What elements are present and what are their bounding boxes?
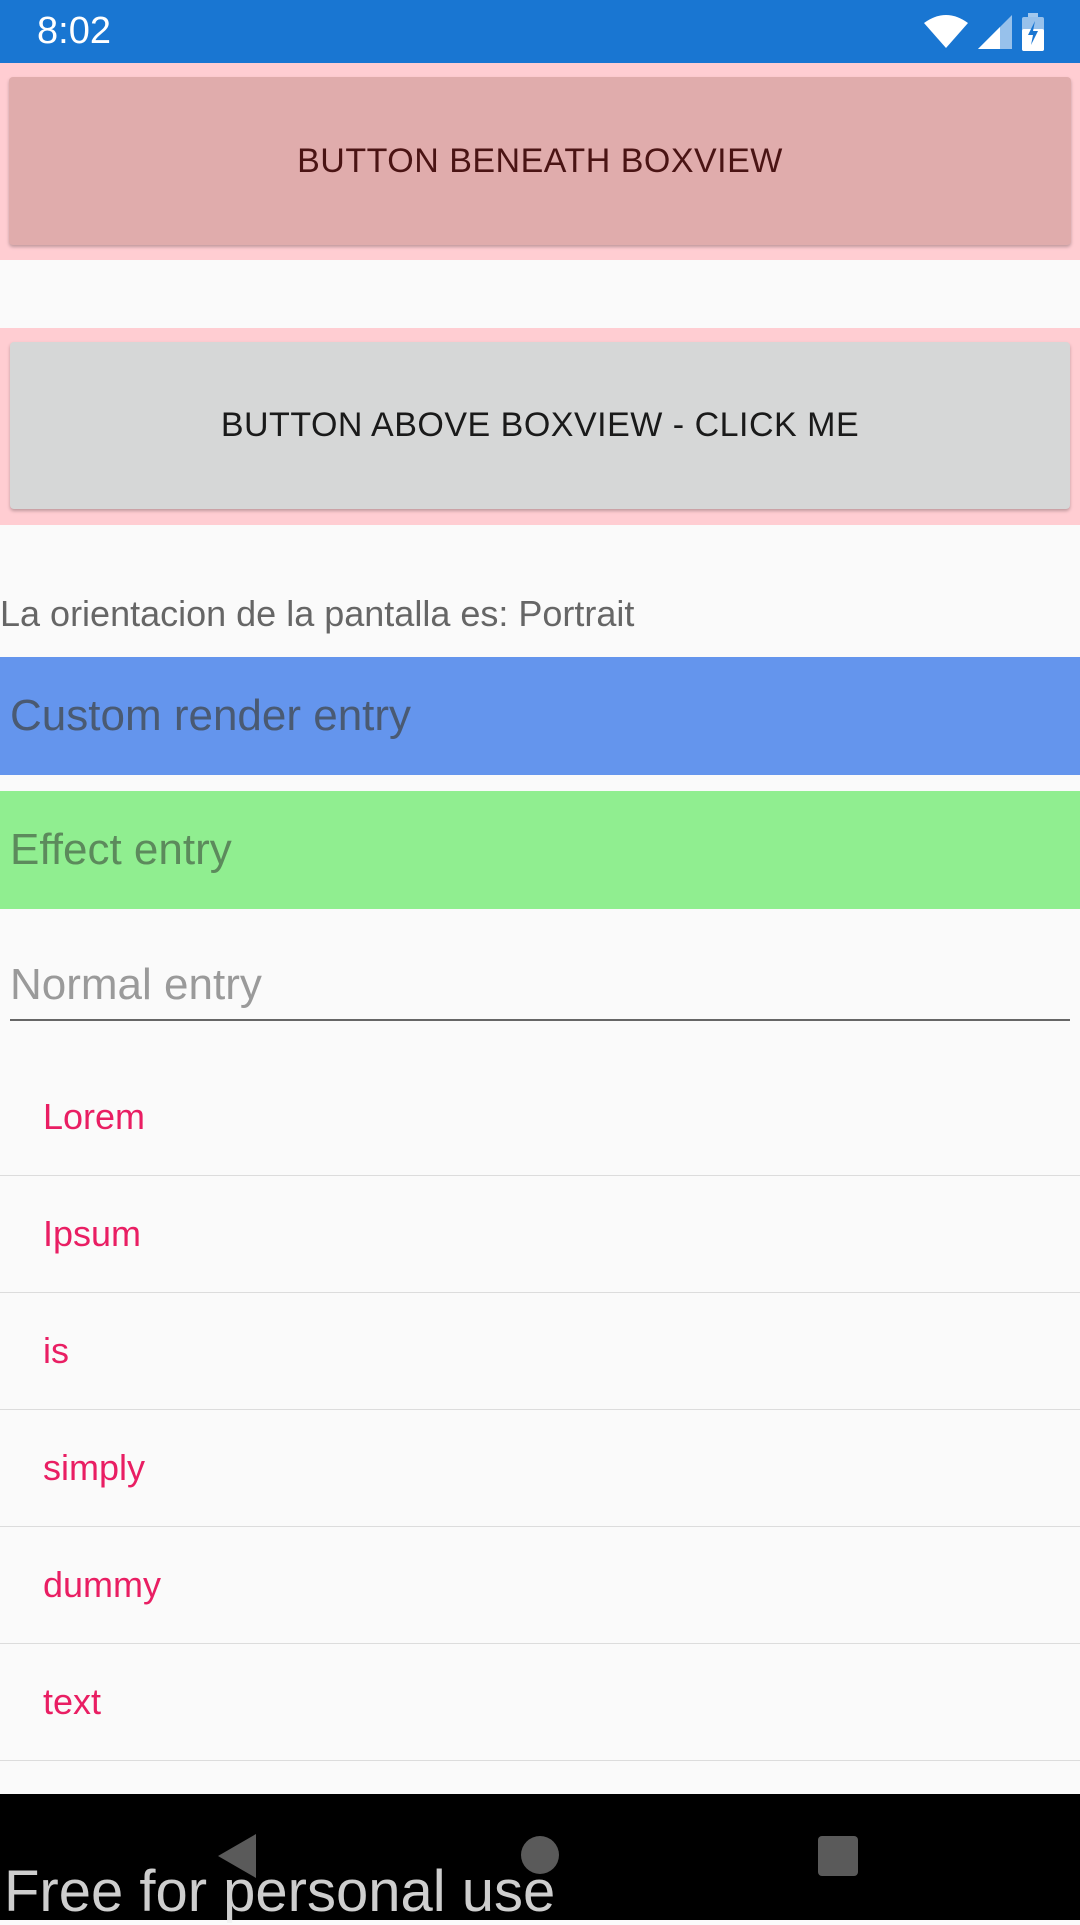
- list-item[interactable]: simply: [0, 1410, 1080, 1527]
- list-item[interactable]: Lorem: [0, 1059, 1080, 1176]
- list-item[interactable]: text: [0, 1644, 1080, 1761]
- normal-entry[interactable]: Normal entry: [10, 951, 1070, 1021]
- button-beneath-boxview[interactable]: BUTTON BENEATH BOXVIEW: [9, 77, 1071, 245]
- items-list: Lorem Ipsum is simply dummy text: [0, 1059, 1080, 1761]
- list-item[interactable]: is: [0, 1293, 1080, 1410]
- list-item[interactable]: dummy: [0, 1527, 1080, 1644]
- status-icons: [924, 12, 1044, 52]
- battery-icon: [1022, 13, 1044, 51]
- boxview-beneath: BUTTON BENEATH BOXVIEW: [0, 63, 1080, 260]
- effect-entry[interactable]: Effect entry: [0, 791, 1080, 909]
- signal-icon: [978, 15, 1012, 49]
- recents-icon[interactable]: [818, 1836, 858, 1876]
- custom-render-entry[interactable]: Custom render entry: [0, 657, 1080, 775]
- orientation-label: La orientacion de la pantalla es: Portra…: [0, 593, 635, 634]
- button-above-boxview[interactable]: BUTTON ABOVE BOXVIEW - CLICK ME: [10, 342, 1070, 509]
- main-content: BUTTON BENEATH BOXVIEW BUTTON ABOVE BOXV…: [0, 63, 1080, 1794]
- list-item[interactable]: Ipsum: [0, 1176, 1080, 1293]
- boxview-above: BUTTON ABOVE BOXVIEW - CLICK ME: [0, 328, 1080, 525]
- watermark-text: Free for personal use: [4, 1859, 556, 1924]
- status-time: 8:02: [37, 10, 111, 52]
- wifi-icon: [924, 15, 968, 48]
- status-bar: 8:02: [0, 0, 1080, 63]
